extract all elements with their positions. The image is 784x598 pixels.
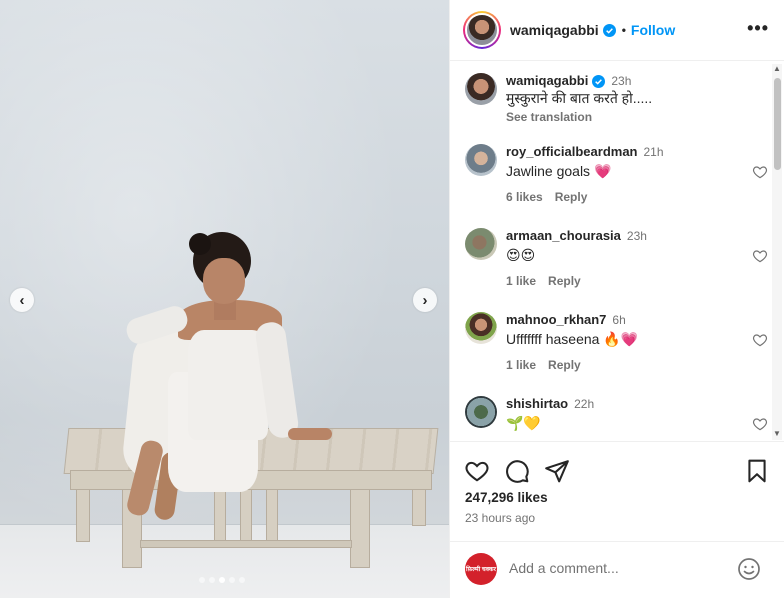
figure-hand [288, 428, 332, 440]
verified-badge-icon [602, 23, 616, 37]
carousel-dot [239, 577, 245, 583]
save-bookmark-icon[interactable] [744, 458, 770, 484]
author-username[interactable]: wamiqagabbi [510, 22, 599, 38]
verified-badge-icon [592, 74, 606, 88]
post-side-panel: wamiqagabbi • Follow ••• wamiqagabbi 23h… [449, 0, 784, 598]
comment-text: Jawline goals 💗 [506, 163, 612, 179]
scrollbar-thumb[interactable] [774, 78, 781, 170]
avatar[interactable]: फ़िल्मी चक्कर [465, 553, 497, 585]
comment-text: Ufffffff haseena 🔥💗 [506, 331, 639, 347]
comment-text: 😍😍 [506, 247, 536, 263]
comment-likes[interactable]: 1 like [506, 274, 536, 288]
heart-outline-icon[interactable] [752, 416, 768, 432]
comment-likes[interactable]: 6 likes [506, 190, 543, 204]
comment-time: 22h [574, 397, 595, 411]
comment-username[interactable]: mahnoo_rkhan7 [506, 312, 606, 328]
heart-outline-icon[interactable] [752, 164, 768, 180]
add-comment-bar: फ़िल्मी चक्कर [450, 541, 784, 598]
avatar[interactable] [465, 396, 497, 428]
heart-outline-icon[interactable] [752, 332, 768, 348]
comments-list[interactable]: wamiqagabbi 23h मुस्कुराने की बात करते ह… [450, 62, 784, 441]
carousel-dot [219, 577, 225, 583]
carousel-dot [229, 577, 235, 583]
comment-time: 23h [626, 229, 647, 243]
carousel-prev-button[interactable]: ‹ [10, 288, 34, 312]
table-rail [140, 540, 352, 548]
comment-time: 21h [643, 145, 664, 159]
like-heart-icon[interactable] [464, 458, 490, 484]
reply-button[interactable]: Reply [548, 358, 581, 372]
emoji-icon[interactable] [737, 557, 761, 581]
avatar[interactable] [465, 144, 497, 176]
caption-text: मुस्कुराने की बात करते हो..... [506, 90, 653, 106]
figure-dress [188, 330, 268, 440]
caption-username[interactable]: wamiqagabbi [506, 73, 588, 89]
avatar[interactable] [463, 11, 501, 49]
avatar[interactable] [465, 312, 497, 344]
avatar[interactable] [465, 228, 497, 260]
carousel-next-button[interactable]: › [413, 288, 437, 312]
comment-username[interactable]: shishirtao [506, 396, 568, 412]
post-timestamp: 23 hours ago [465, 511, 536, 525]
comment-username[interactable]: armaan_chourasia [506, 228, 621, 244]
carousel-dot [199, 577, 205, 583]
comment-bubble-icon[interactable] [504, 458, 530, 484]
see-translation-link[interactable]: See translation [506, 110, 736, 124]
table-leg [350, 486, 370, 568]
post-actions: 247,296 likes 23 hours ago [450, 441, 784, 541]
post-media[interactable]: ‹ › [0, 0, 449, 598]
post-header: wamiqagabbi • Follow ••• [450, 0, 784, 61]
caption-time: 23h [611, 74, 632, 88]
comment-time: 6h [612, 313, 626, 327]
table-slat [266, 488, 278, 548]
likes-count[interactable]: 247,296 likes [465, 490, 548, 505]
header-separator: • [621, 23, 626, 37]
comment-likes[interactable]: 1 like [506, 358, 536, 372]
avatar-text: फ़िल्मी चक्कर [466, 567, 496, 573]
reply-button[interactable]: Reply [548, 274, 581, 288]
more-options-icon[interactable]: ••• [747, 18, 769, 39]
comment-input[interactable] [509, 560, 719, 576]
chevron-right-icon: › [422, 291, 428, 309]
share-send-icon[interactable] [544, 458, 570, 484]
follow-button[interactable]: Follow [631, 22, 675, 38]
comment-username[interactable]: roy_officialbeardman [506, 144, 638, 160]
scroll-up-arrow-icon[interactable]: ▲ [773, 64, 781, 73]
scroll-down-arrow-icon[interactable]: ▼ [773, 429, 781, 438]
carousel-dot [209, 577, 215, 583]
heart-outline-icon[interactable] [752, 248, 768, 264]
figure-face [203, 258, 245, 304]
carousel-indicator [199, 577, 245, 583]
table-slat [240, 488, 252, 548]
comment-text: 🌱💛 [506, 415, 541, 431]
figure-hair-bun [189, 233, 211, 255]
avatar[interactable] [465, 73, 497, 105]
table-slat [214, 488, 226, 548]
reply-button[interactable]: Reply [555, 190, 588, 204]
table-leg [76, 484, 90, 542]
chevron-left-icon: ‹ [19, 291, 25, 309]
